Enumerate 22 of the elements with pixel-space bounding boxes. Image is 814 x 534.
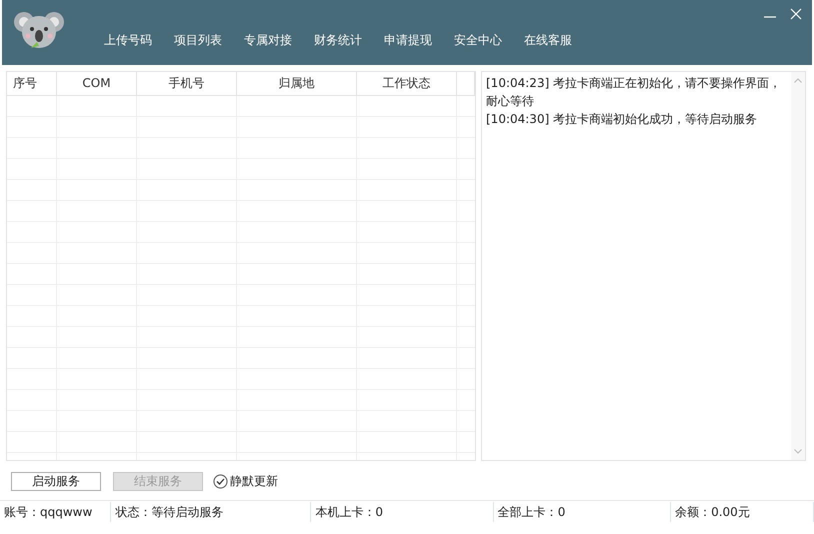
column-header[interactable]: 归属地 (237, 72, 357, 96)
column-header[interactable]: 工作状态 (357, 72, 457, 96)
column-header[interactable]: 序号 (7, 72, 57, 96)
nav-tab[interactable]: 申请提现 (378, 32, 438, 48)
start-button[interactable]: 启动服务 (11, 472, 101, 490)
silent-update-checkbox[interactable]: 静默更新 (213, 472, 278, 490)
status-text: 余额：0.00元 (671, 502, 814, 522)
nav-tab[interactable]: 安全中心 (448, 32, 508, 48)
status-text: 全部上卡：0 (494, 502, 672, 522)
status-text: 账号：qqqwww (0, 502, 112, 522)
status-text: 本机上卡：0 (311, 502, 494, 522)
nav-tab[interactable]: 项目列表 (168, 32, 228, 48)
column-header[interactable]: COM (57, 72, 137, 96)
log-line: [10:04:30] 考拉卡商端初始化成功，等待启动服务 (486, 111, 758, 128)
log-line: [10:04:23] 考拉卡商端正在初始化，请不要操作界面，耐心等待 (486, 75, 782, 110)
close-icon[interactable] (790, 8, 802, 20)
nav-tab[interactable]: 财务统计 (308, 32, 368, 48)
status-text: 状态：等待启动服务 (111, 502, 312, 522)
nav-tab[interactable]: 在线客服 (518, 32, 578, 48)
nav-tab[interactable]: 上传号码 (98, 32, 158, 48)
nav-tab[interactable]: 专属对接 (238, 32, 298, 48)
column-header[interactable]: 手机号 (137, 72, 237, 96)
